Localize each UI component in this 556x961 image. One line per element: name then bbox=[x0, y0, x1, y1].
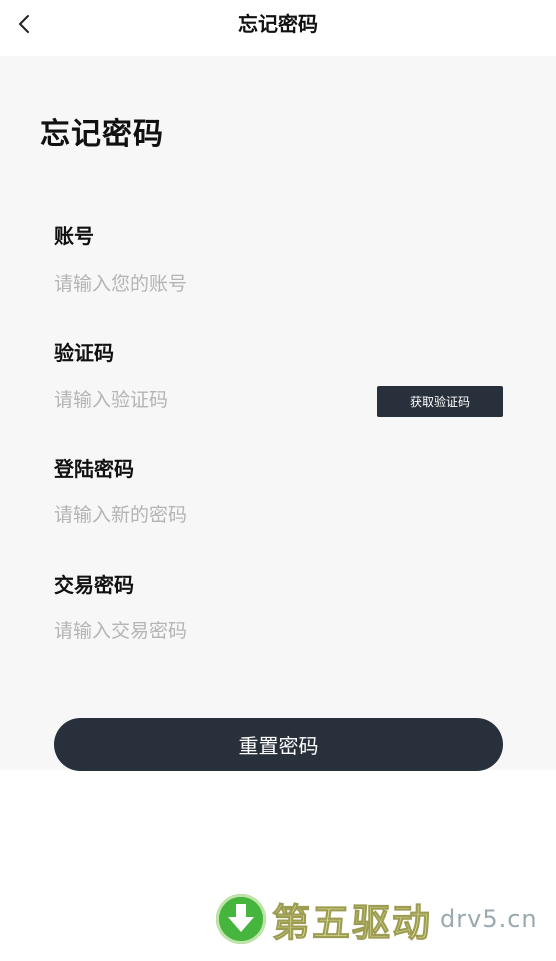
login-password-input[interactable] bbox=[54, 498, 354, 532]
login-password-label: 登陆密码 bbox=[54, 457, 134, 481]
form-area: 忘记密码 账号 验证码 获取验证码 登陆密码 交易密码 重置密码 bbox=[0, 56, 556, 771]
nav-title: 忘记密码 bbox=[238, 11, 318, 36]
account-label: 账号 bbox=[54, 224, 94, 248]
reset-password-button[interactable]: 重置密码 bbox=[54, 718, 503, 771]
verification-code-label: 验证码 bbox=[54, 341, 114, 365]
watermark-domain: drv5.cn bbox=[440, 905, 538, 933]
download-arrow-icon bbox=[216, 894, 266, 944]
watermark: 第五驱动 drv5.cn bbox=[216, 893, 538, 945]
top-nav-bar: 忘记密码 bbox=[0, 0, 556, 56]
trade-password-label: 交易密码 bbox=[54, 573, 134, 597]
get-code-button[interactable]: 获取验证码 bbox=[377, 386, 503, 417]
page-heading: 忘记密码 bbox=[40, 117, 164, 152]
trade-password-input[interactable] bbox=[54, 614, 354, 648]
watermark-text: 第五驱动 bbox=[271, 899, 433, 945]
verification-code-input[interactable] bbox=[54, 383, 354, 417]
account-input[interactable] bbox=[54, 267, 354, 301]
forgot-password-screen: 忘记密码 忘记密码 账号 验证码 获取验证码 登陆密码 交易密码 重置密码 第五… bbox=[0, 0, 556, 961]
